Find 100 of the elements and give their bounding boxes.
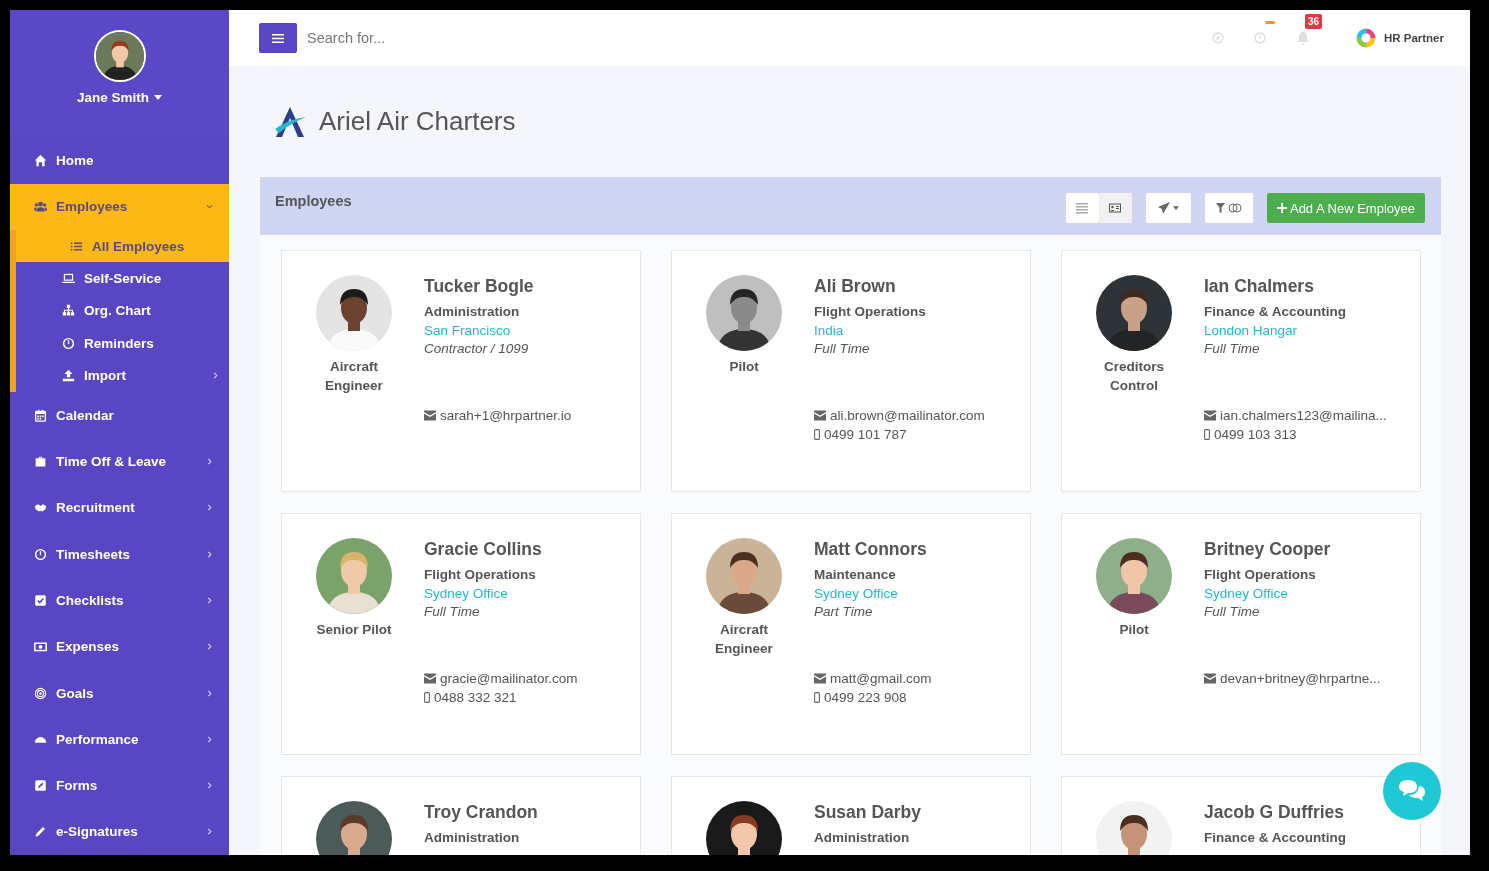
caret-icon xyxy=(1172,206,1179,210)
laptop-icon xyxy=(62,271,75,285)
users-icon xyxy=(34,200,47,214)
nav-subitem[interactable]: Import xyxy=(16,359,229,393)
pencil-icon xyxy=(34,825,47,839)
list-icon xyxy=(1076,202,1089,214)
chevron-right-icon xyxy=(212,371,219,381)
employment-type: Contractor / 1099 xyxy=(424,340,530,358)
nav-item[interactable]: Timesheets xyxy=(10,531,229,578)
email-address: devan+britney@hrpartne... xyxy=(1220,670,1381,688)
envelope-icon xyxy=(1204,410,1216,421)
employee-card[interactable]: Aircraft Engineer Tucker Bogle Administration San Francisco Contractor / 1099 sarah+1@hrpartner.io xyxy=(281,250,641,492)
nav-item[interactable]: Checklists xyxy=(10,577,229,624)
envelope-icon xyxy=(424,410,436,421)
phone-number: 0499 103 313 xyxy=(1214,426,1297,444)
department: Finance & Accounting xyxy=(1204,303,1347,321)
menu-icon xyxy=(272,32,284,44)
clock-icon[interactable] xyxy=(1253,32,1266,44)
caret-icon xyxy=(154,95,162,100)
employee-card[interactable]: Pilot Ali Brown Flight Operations India Full Time ali.brown@mailinator.com 0499 101 787 xyxy=(671,250,1031,492)
chevron-right-icon xyxy=(206,549,213,559)
employee-name[interactable]: Susan Darby xyxy=(814,801,921,823)
employee-card[interactable]: Creditors Control Ian Chalmers Finance & Accounting London Hangar Full Time ian.chalmers123@mailina... 0499 103 313 xyxy=(1061,250,1421,492)
menu-button[interactable] xyxy=(259,23,297,53)
email-address: ali.brown@mailinator.com xyxy=(830,407,985,425)
send-dropdown[interactable] xyxy=(1145,193,1191,223)
card-view-button[interactable] xyxy=(1098,193,1132,223)
employment-type: Full Time xyxy=(1204,340,1261,358)
employee-card[interactable]: Pilot Britney Cooper Flight Operations Sydney Office Full Time devan+britney@hrpartne... xyxy=(1061,513,1421,755)
nav-item[interactable]: Goals xyxy=(10,669,229,717)
nav-item[interactable]: Time Off & Leave xyxy=(10,438,229,485)
employee-name[interactable]: Jacob G Duffries xyxy=(1204,801,1346,823)
bell-icon[interactable] xyxy=(1295,31,1310,45)
department: Administration xyxy=(424,829,521,847)
nav-item[interactable]: Calendar xyxy=(10,392,229,439)
nav-item[interactable]: Expenses xyxy=(10,623,229,670)
employee-name[interactable]: Britney Cooper xyxy=(1204,538,1381,560)
chevron-right-icon xyxy=(206,503,213,513)
employee-name[interactable]: Matt Connors xyxy=(814,538,932,560)
paper-plane-icon xyxy=(1157,202,1170,214)
compass-icon[interactable] xyxy=(1211,32,1224,44)
panel-title: Employees xyxy=(275,193,352,209)
employee-name[interactable]: Troy Crandon xyxy=(424,801,538,823)
employee-name[interactable]: Gracie Collins xyxy=(424,538,578,560)
list-icon xyxy=(70,239,83,253)
job-title: Pilot xyxy=(729,358,759,376)
employee-card[interactable]: Jacob G Duffries Finance & Accounting xyxy=(1061,776,1421,855)
filter-icon xyxy=(1215,202,1225,214)
banknote-icon xyxy=(34,640,47,654)
department: Finance & Accounting xyxy=(1204,829,1346,847)
employment-type: Full Time xyxy=(424,603,481,621)
nav-item[interactable]: Recruitment xyxy=(10,484,229,531)
employee-name[interactable]: Tucker Bogle xyxy=(424,275,572,297)
employee-name[interactable]: Ali Brown xyxy=(814,275,985,297)
chevron-right-icon xyxy=(206,827,213,837)
phone-number: 0499 101 787 xyxy=(824,426,907,444)
search-field[interactable]: Search for... xyxy=(305,29,609,47)
edit-icon xyxy=(34,779,47,793)
nav-item[interactable]: Performance xyxy=(10,716,229,763)
email-address: matt@gmail.com xyxy=(830,670,932,688)
job-title: Aircraft Engineer xyxy=(324,358,384,395)
home-icon xyxy=(34,154,47,168)
sitemap-icon xyxy=(62,304,75,318)
nav-subitem[interactable]: Reminders xyxy=(16,327,229,360)
chevron-right-icon xyxy=(206,457,213,467)
nav-item[interactable]: Forms xyxy=(10,762,229,809)
job-title: Creditors Control xyxy=(1103,358,1165,395)
nav-subitem[interactable]: Self-Service xyxy=(16,262,229,295)
nav-item[interactable]: e-Signatures xyxy=(10,808,229,855)
clock-icon xyxy=(62,336,75,350)
company-name: Ariel Air Charters xyxy=(319,106,516,137)
nav-subitem[interactable]: Org. Chart xyxy=(16,294,229,328)
chevron-down-icon xyxy=(206,202,213,212)
chevron-right-icon xyxy=(206,642,213,652)
department: Administration xyxy=(814,829,911,847)
phone-icon xyxy=(424,692,430,703)
employee-card[interactable]: Susan Darby Administration xyxy=(671,776,1031,855)
department: Flight Operations xyxy=(424,566,537,584)
chevron-right-icon xyxy=(206,734,213,744)
nav-item[interactable]: Employees xyxy=(10,183,229,231)
phone-icon xyxy=(814,429,820,440)
employee-card[interactable]: Senior Pilot Gracie Collins Flight Operations Sydney Office Full Time gracie@mailinator.com 0488 332 321 xyxy=(281,513,641,755)
employee-name[interactable]: Ian Chalmers xyxy=(1204,275,1387,297)
filter-button[interactable] xyxy=(1204,193,1253,223)
chevron-right-icon xyxy=(206,688,213,698)
phone-icon xyxy=(814,692,820,703)
envelope-icon xyxy=(1204,673,1216,684)
employee-card[interactable]: Troy Crandon Administration xyxy=(281,776,641,855)
brand-name: HR Partner xyxy=(1383,32,1444,44)
employment-type: Full Time xyxy=(814,340,871,358)
nav-item[interactable]: Home xyxy=(10,137,229,184)
email-address: sarah+1@hrpartner.io xyxy=(440,407,572,425)
email-address: gracie@mailinator.com xyxy=(440,670,578,688)
user-menu[interactable]: Jane Smith xyxy=(77,90,162,105)
envelope-icon xyxy=(424,673,436,684)
nav-subitem[interactable]: All Employees xyxy=(16,230,229,263)
checkbox-icon xyxy=(34,593,47,607)
alert-dash xyxy=(1264,21,1275,24)
email-address: ian.chalmers123@mailina... xyxy=(1220,407,1387,425)
employee-card[interactable]: Aircraft Engineer Matt Connors Maintenance Sydney Office Part Time matt@gmail.com 0499 223 908 xyxy=(671,513,1031,755)
